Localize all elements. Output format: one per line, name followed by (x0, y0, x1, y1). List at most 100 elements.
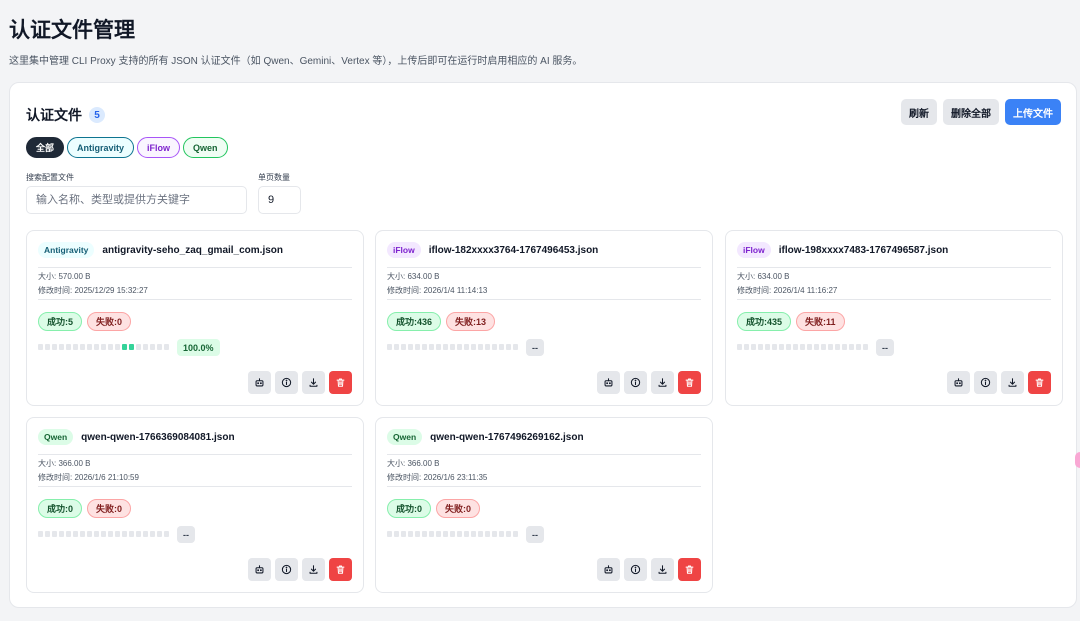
request-stats: 成功: 0 失败: 0 (387, 499, 481, 518)
fail-value: 0 (466, 503, 472, 514)
status-segment (450, 344, 455, 350)
success-count-badge: 成功: 0 (38, 499, 83, 518)
status-segment (513, 344, 518, 350)
status-segment (387, 344, 392, 350)
page-size-input[interactable] (258, 186, 301, 214)
trash-icon (336, 378, 345, 387)
auth-file-card: iFlow iflow-182xxxx3764-1767496453.json … (375, 230, 713, 406)
download-button[interactable] (302, 558, 325, 581)
status-segment (786, 344, 791, 350)
file-name: iflow-182xxxx3764-1767496453.json (428, 244, 599, 256)
size-label: 大小: (38, 459, 59, 468)
page-title: 认证文件管理 (9, 19, 135, 42)
file-count-badge: 5 (89, 107, 105, 123)
info-button[interactable] (624, 558, 647, 581)
refresh-button[interactable]: 刷新 (901, 99, 937, 125)
fail-count-badge: 失败: 0 (87, 312, 132, 331)
delete-button[interactable] (1028, 371, 1051, 394)
download-button[interactable] (651, 558, 674, 581)
floating-edge-handle[interactable] (1075, 452, 1080, 468)
success-rate-badge: -- (876, 339, 894, 356)
fail-label: 失败: (96, 504, 118, 514)
model-button[interactable] (597, 371, 620, 394)
status-segment (772, 344, 777, 350)
delete-all-button[interactable]: 删除全部 (943, 99, 999, 125)
request-stats: 成功: 435 失败: 11 (737, 312, 845, 331)
status-segment (856, 344, 861, 350)
file-type-badge: iFlow (387, 242, 421, 258)
status-segment (485, 344, 490, 350)
info-button[interactable] (275, 558, 298, 581)
file-modified-time: 修改时间: 2026/1/4 11:16:27 (737, 285, 837, 296)
robot-icon (604, 378, 613, 387)
card-header: iFlow iflow-182xxxx3764-1767496453.json (387, 242, 598, 258)
status-segment (422, 344, 427, 350)
panel-actions: 刷新 删除全部 上传文件 (901, 99, 1061, 125)
status-segment (744, 344, 749, 350)
status-segment (751, 344, 756, 350)
fail-label: 失败: (445, 504, 467, 514)
status-segment (157, 344, 162, 350)
filter-iflow[interactable]: iFlow (137, 137, 181, 158)
delete-button[interactable] (678, 558, 701, 581)
status-segment (129, 531, 134, 537)
status-segment (45, 344, 50, 350)
status-segment (464, 531, 469, 537)
status-segment (443, 344, 448, 350)
model-button[interactable] (248, 371, 271, 394)
status-segment (492, 531, 497, 537)
request-stats: 成功: 436 失败: 13 (387, 312, 496, 331)
status-segment (478, 531, 483, 537)
status-segment (814, 344, 819, 350)
download-button[interactable] (651, 371, 674, 394)
type-filter-group: 全部 Antigravity iFlow Qwen (26, 137, 228, 158)
status-segment (87, 531, 92, 537)
status-history-bar (38, 344, 169, 350)
modified-value: 2026/1/4 11:16:27 (773, 286, 838, 295)
download-icon (658, 378, 667, 387)
filter-all[interactable]: 全部 (26, 137, 65, 158)
file-size: 大小: 366.00 B (38, 458, 90, 469)
status-history-bar (387, 344, 518, 350)
card-header: Antigravity antigravity-seho_zaq_gmail_c… (38, 242, 283, 258)
modified-value: 2026/1/6 21:10:59 (74, 473, 139, 482)
status-segment (506, 344, 511, 350)
search-input[interactable] (26, 186, 247, 214)
size-value: 366.00 B (407, 459, 440, 468)
modified-label: 修改时间: (38, 473, 75, 482)
file-size: 大小: 366.00 B (387, 458, 439, 469)
file-modified-time: 修改时间: 2026/1/6 23:11:35 (387, 472, 487, 483)
status-segment (863, 344, 868, 350)
filter-antigravity[interactable]: Antigravity (67, 137, 135, 158)
size-label: 大小: (387, 459, 408, 468)
card-divider (38, 486, 352, 487)
download-button[interactable] (302, 371, 325, 394)
model-button[interactable] (947, 371, 970, 394)
status-segment (415, 531, 420, 537)
delete-button[interactable] (329, 371, 352, 394)
download-button[interactable] (1001, 371, 1024, 394)
file-modified-time: 修改时间: 2025/12/29 15:32:27 (38, 285, 148, 296)
model-button[interactable] (248, 558, 271, 581)
fail-label: 失败: (96, 317, 118, 327)
filter-qwen[interactable]: Qwen (183, 137, 228, 158)
status-segment (394, 531, 399, 537)
status-segment (443, 531, 448, 537)
delete-button[interactable] (678, 371, 701, 394)
info-button[interactable] (624, 371, 647, 394)
status-segment (471, 344, 476, 350)
delete-button[interactable] (329, 558, 352, 581)
modified-label: 修改时间: (387, 473, 424, 482)
card-actions (248, 558, 352, 581)
upload-file-button[interactable]: 上传文件 (1005, 99, 1061, 125)
success-rate-badge: -- (177, 526, 195, 543)
status-segment (80, 531, 85, 537)
size-value: 570.00 B (58, 272, 91, 281)
status-segment (101, 531, 106, 537)
info-button[interactable] (275, 371, 298, 394)
status-segment (59, 531, 64, 537)
status-segment (835, 344, 840, 350)
status-segment (73, 344, 78, 350)
model-button[interactable] (597, 558, 620, 581)
info-button[interactable] (974, 371, 997, 394)
